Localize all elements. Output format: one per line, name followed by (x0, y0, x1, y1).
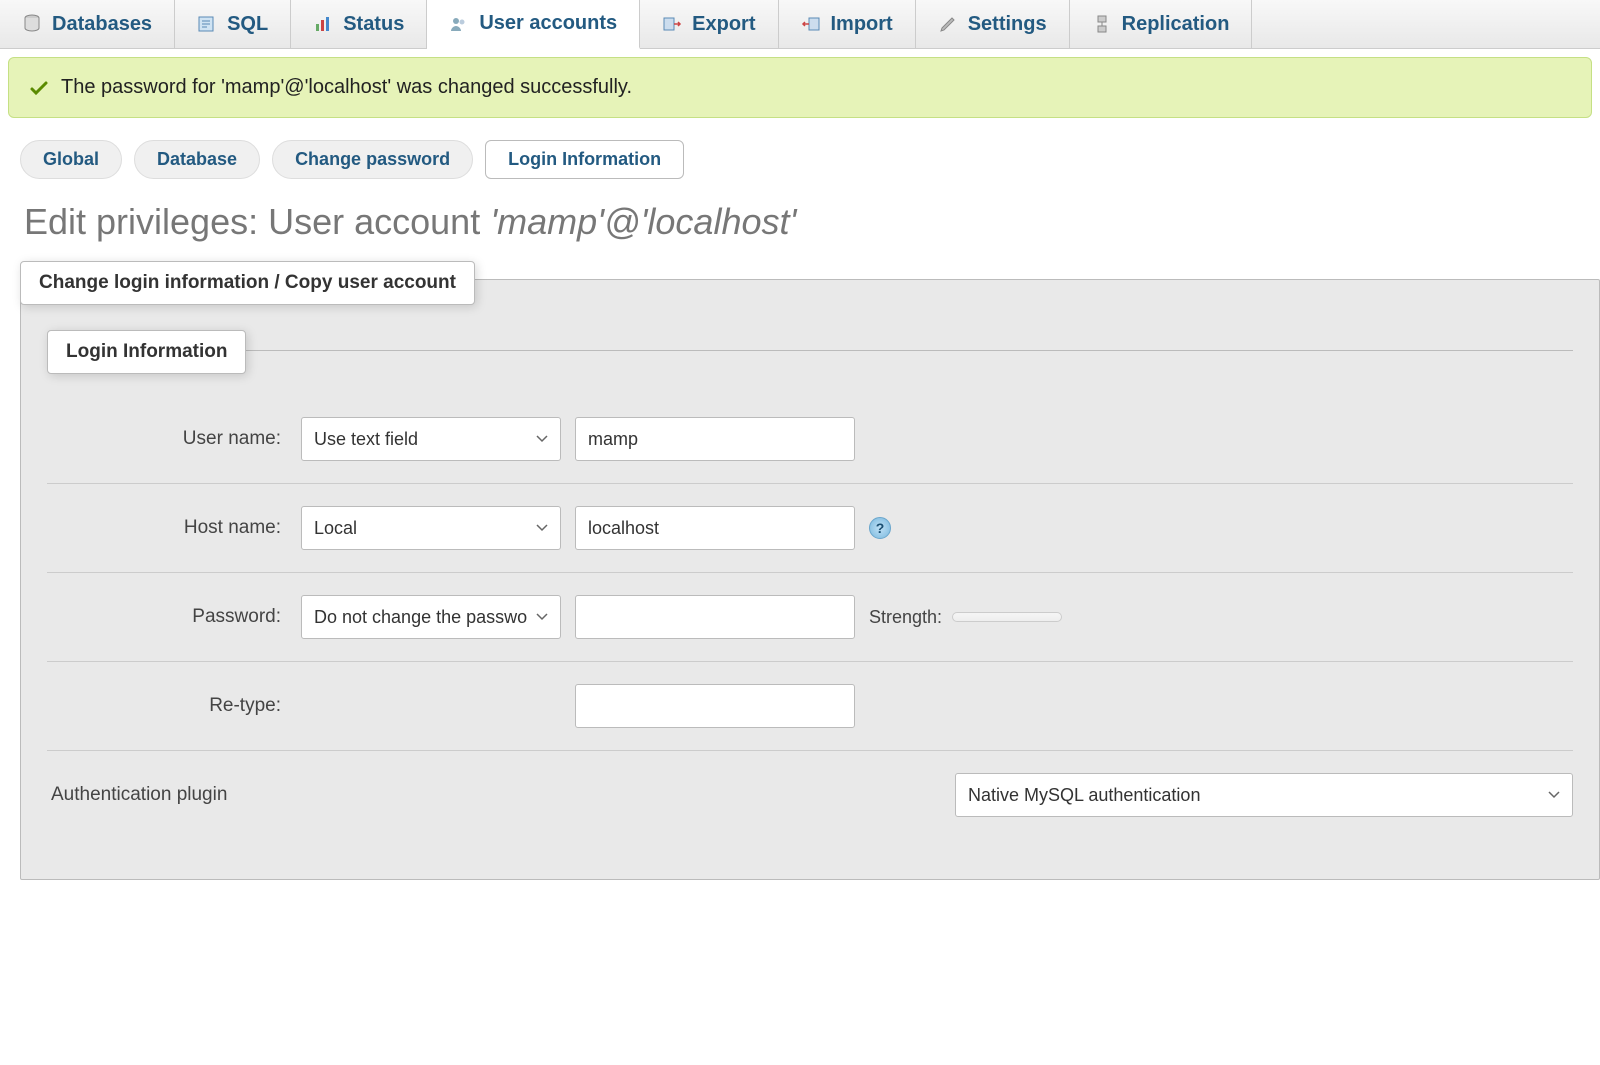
tab-replication[interactable]: Replication (1070, 0, 1253, 48)
success-text: The password for 'mamp'@'localhost' was … (61, 76, 632, 99)
help-icon[interactable]: ? (869, 517, 891, 539)
tab-settings[interactable]: Settings (916, 0, 1070, 48)
strength-label: Strength: (869, 607, 942, 628)
subtab-login-information[interactable]: Login Information (485, 140, 684, 179)
login-information-panel: Login Information User name: Use text fi… (47, 350, 1573, 853)
tab-label: User accounts (479, 12, 617, 35)
tab-sql[interactable]: SQL (175, 0, 291, 48)
tab-label: Status (343, 13, 404, 36)
tab-user-accounts[interactable]: User accounts (427, 0, 640, 49)
tab-export[interactable]: Export (640, 0, 778, 48)
username-label: User name: (47, 428, 287, 450)
tab-label: Settings (968, 13, 1047, 36)
inner-legend: Login Information (47, 330, 246, 374)
retype-label: Re-type: (47, 695, 287, 717)
check-icon (29, 78, 49, 98)
username-mode-select[interactable]: Use text field (301, 417, 561, 461)
tab-label: Import (831, 13, 893, 36)
tab-label: Replication (1122, 13, 1230, 36)
strength-bar (952, 612, 1062, 622)
row-auth-plugin: Authentication plugin Native MySQL authe… (47, 751, 1573, 853)
export-icon (662, 14, 682, 34)
status-icon (313, 14, 333, 34)
auth-plugin-label: Authentication plugin (47, 784, 941, 806)
subtab-database[interactable]: Database (134, 140, 260, 179)
hostname-label: Host name: (47, 517, 287, 539)
password-label: Password: (47, 606, 287, 628)
tab-databases[interactable]: Databases (0, 0, 175, 48)
retype-input[interactable] (575, 684, 855, 728)
row-hostname: Host name: Local ? (47, 484, 1573, 573)
page-heading: Edit privileges: User account 'mamp'@'lo… (0, 187, 1600, 267)
auth-plugin-select[interactable]: Native MySQL authentication (955, 773, 1573, 817)
users-icon (449, 14, 469, 34)
replication-icon (1092, 14, 1112, 34)
settings-icon (938, 14, 958, 34)
row-password: Password: Do not change the password Str… (47, 573, 1573, 662)
subtab-change-password[interactable]: Change password (272, 140, 473, 179)
password-input[interactable] (575, 595, 855, 639)
database-icon (22, 14, 42, 34)
sql-icon (197, 14, 217, 34)
tab-label: Databases (52, 13, 152, 36)
hostname-input[interactable] (575, 506, 855, 550)
import-icon (801, 14, 821, 34)
row-retype: Re-type: (47, 662, 1573, 751)
outer-legend: Change login information / Copy user acc… (20, 261, 475, 305)
username-input[interactable] (575, 417, 855, 461)
top-nav: Databases SQL Status User accounts Expor… (0, 0, 1600, 49)
tab-import[interactable]: Import (779, 0, 916, 48)
tab-status[interactable]: Status (291, 0, 427, 48)
change-login-panel: Change login information / Copy user acc… (20, 279, 1600, 880)
hostname-mode-select[interactable]: Local (301, 506, 561, 550)
subtabs: Global Database Change password Login In… (0, 126, 1600, 187)
subtab-global[interactable]: Global (20, 140, 122, 179)
tab-label: SQL (227, 13, 268, 36)
row-username: User name: Use text field (47, 395, 1573, 484)
success-banner: The password for 'mamp'@'localhost' was … (8, 57, 1592, 118)
tab-label: Export (692, 13, 755, 36)
password-mode-select[interactable]: Do not change the password (301, 595, 561, 639)
